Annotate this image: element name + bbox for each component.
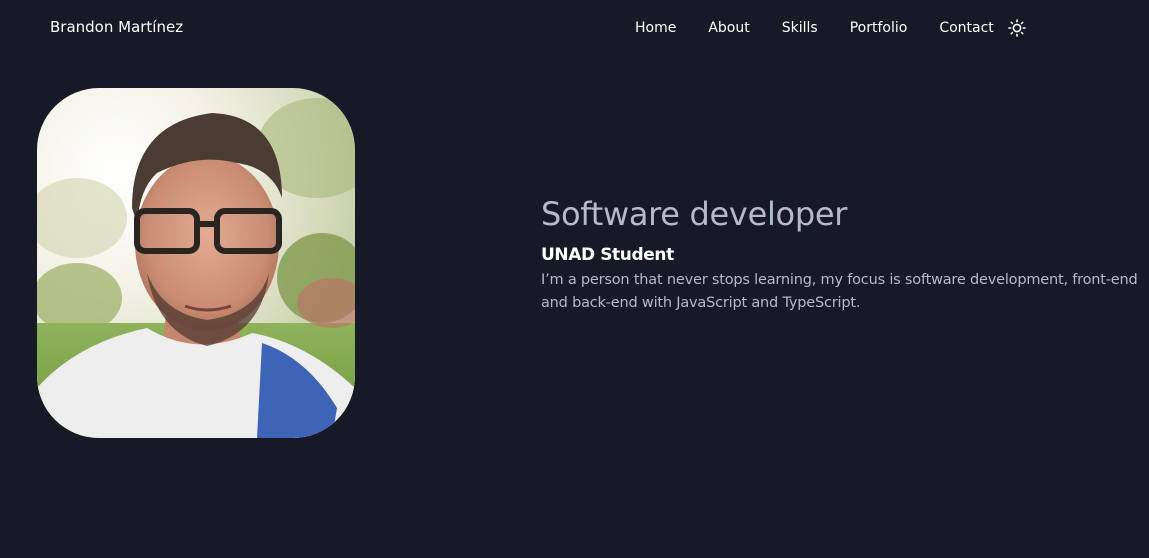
hero-description: I’m a person that never stops learning, … bbox=[541, 272, 1138, 311]
brand-link[interactable]: Brandon Martínez bbox=[50, 18, 183, 36]
sun-icon bbox=[1007, 19, 1026, 37]
navbar: Brandon Martínez Home About Skills Portf… bbox=[0, 0, 1149, 56]
nav-link-about[interactable]: About bbox=[708, 20, 749, 36]
hero-text: Software developer UNAD Student I’m a pe… bbox=[541, 195, 1146, 315]
nav-link-portfolio[interactable]: Portfolio bbox=[850, 20, 908, 36]
nav-link-home[interactable]: Home bbox=[635, 20, 676, 36]
nav-link-skills[interactable]: Skills bbox=[782, 20, 818, 36]
profile-photo bbox=[37, 88, 355, 438]
hero-title: Software developer bbox=[541, 195, 848, 233]
nav-links: Home About Skills Portfolio Contact bbox=[635, 18, 1026, 37]
hero-subtitle: UNAD Student bbox=[541, 245, 674, 265]
theme-toggle-button[interactable] bbox=[1007, 19, 1026, 37]
nav-link-contact[interactable]: Contact bbox=[939, 20, 993, 36]
